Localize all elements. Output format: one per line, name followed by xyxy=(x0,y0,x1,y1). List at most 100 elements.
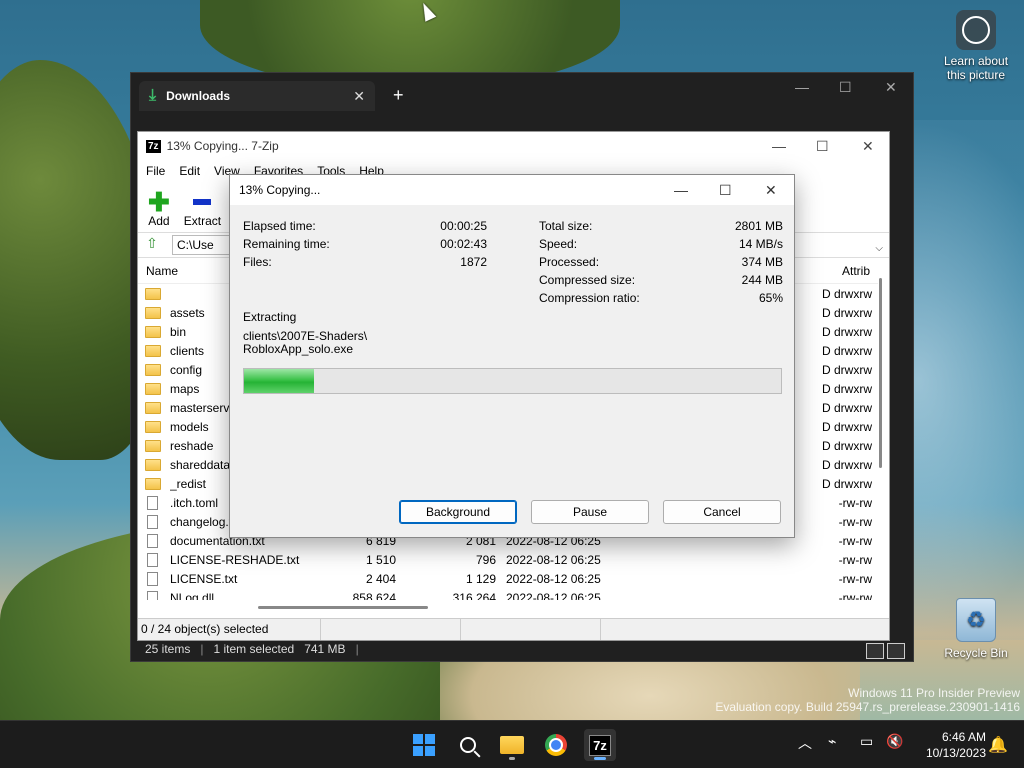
details-view-icon[interactable] xyxy=(866,643,884,659)
remaining-time-row: Remaining time: 00:02:43 xyxy=(243,237,487,255)
table-row[interactable]: LICENSE.txt 2 404 1 129 2022-08-12 06:25 -rw… xyxy=(138,569,878,588)
clock-date: 10/13/2023 xyxy=(925,746,986,760)
compressed-label: Compressed size: xyxy=(539,273,636,287)
taskbar: 7z ︿ ⌁ ▭ 🔇 6:46 AM 10/13/2023 🔔 xyxy=(0,720,1024,768)
start-button[interactable] xyxy=(408,729,440,761)
7zip-title-bar: 7z 13% Copying... 7-Zip — ☐ ✕ xyxy=(138,132,889,160)
minimize-button[interactable]: — xyxy=(772,138,786,154)
camera-icon xyxy=(956,10,996,50)
watermark-line-1: Windows 11 Pro Insider Preview xyxy=(848,686,1020,700)
file-size: 858 624 xyxy=(352,590,396,601)
preview-view-icon[interactable] xyxy=(887,643,905,659)
watermark-line-2: Evaluation copy. Build 25947.rs_prerelea… xyxy=(715,700,1020,714)
selected-size: 741 MB xyxy=(304,642,346,656)
chrome-taskbar-button[interactable] xyxy=(540,729,572,761)
extract-button[interactable]: Extract xyxy=(184,190,221,228)
file-explorer-taskbar-button[interactable] xyxy=(496,729,528,761)
file-size: 2 404 xyxy=(365,571,396,586)
packed-size: 1 129 xyxy=(465,571,496,586)
dialog-title-bar: 13% Copying... — ☐ ✕ xyxy=(230,175,794,205)
network-icon[interactable]: ⌁ xyxy=(828,733,836,750)
table-row[interactable]: LICENSE-RESHADE.txt 1 510 796 2022-08-12 06… xyxy=(138,550,878,569)
minimize-button[interactable]: — xyxy=(674,182,688,198)
close-button[interactable]: ✕ xyxy=(885,79,897,96)
menu-edit[interactable]: Edit xyxy=(179,164,200,178)
add-button[interactable]: ✚ Add xyxy=(148,187,170,228)
folder-icon xyxy=(145,458,161,471)
folder-icon xyxy=(145,382,161,395)
file-attrib: D drwxrw xyxy=(822,400,872,415)
search-button[interactable] xyxy=(452,729,484,761)
new-tab-button[interactable]: + xyxy=(393,85,404,106)
learn-about-picture-shortcut[interactable]: Learn about this picture xyxy=(938,10,1014,82)
plus-icon: ✚ xyxy=(148,187,170,217)
up-folder-icon[interactable]: ⇧ xyxy=(142,235,162,255)
file-attrib: D drwxrw xyxy=(822,438,872,453)
file-name: NLog.dll xyxy=(170,590,215,601)
processed-row: Processed: 374 MB xyxy=(539,255,783,273)
maximize-button[interactable]: ☐ xyxy=(816,138,829,155)
compression-ratio-row: Compression ratio: 65% xyxy=(539,291,783,309)
folder-icon xyxy=(145,287,161,300)
file-attrib: D drwxrw xyxy=(822,381,872,396)
compressed-value: 244 MB xyxy=(741,273,783,287)
total-value: 2801 MB xyxy=(734,219,783,233)
file-icon xyxy=(147,590,158,600)
chevron-up-icon[interactable]: ︿ xyxy=(798,733,812,753)
file-attrib: D drwxrw xyxy=(822,305,872,320)
close-tab-icon[interactable]: ✕ xyxy=(353,88,365,105)
vertical-scrollbar[interactable] xyxy=(879,278,882,468)
7zip-title: 13% Copying... 7-Zip xyxy=(166,139,279,153)
compressed-size-row: Compressed size: 244 MB xyxy=(539,273,783,291)
dialog-title: 13% Copying... xyxy=(239,183,321,197)
processed-value: 374 MB xyxy=(741,255,783,269)
copy-progress-dialog: 13% Copying... — ☐ ✕ Elapsed time: 00:00… xyxy=(229,174,795,538)
recycle-bin-shortcut[interactable]: ♻ Recycle Bin xyxy=(940,598,1012,660)
windows-logo-icon xyxy=(413,734,435,756)
7zip-taskbar-button[interactable]: 7z xyxy=(584,729,616,761)
folder-icon xyxy=(500,736,524,754)
file-attrib: D drwxrw xyxy=(822,286,872,301)
maximize-button[interactable]: ☐ xyxy=(839,79,852,96)
file-attrib: -rw-rw xyxy=(838,533,872,548)
7zip-logo-icon: 7z xyxy=(146,139,161,153)
minimize-button[interactable]: — xyxy=(795,79,809,95)
total-size-row: Total size: 2801 MB xyxy=(539,219,783,237)
close-button[interactable]: ✕ xyxy=(765,182,777,199)
volume-muted-icon[interactable]: 🔇 xyxy=(886,733,903,750)
recycle-bin-icon: ♻ xyxy=(956,598,996,642)
current-file-path: clients\2007E-Shaders\ RobloxApp_solo.ex… xyxy=(243,330,367,356)
selection-status: 0 / 24 object(s) selected xyxy=(141,619,321,640)
folder-icon xyxy=(145,420,161,433)
file-icon xyxy=(147,552,158,567)
tab-downloads[interactable]: ⤓ Downloads ✕ xyxy=(139,81,375,111)
column-attrib[interactable]: Attrib xyxy=(842,264,870,278)
file-attrib: D drwxrw xyxy=(822,419,872,434)
file-attrib: -rw-rw xyxy=(838,590,872,601)
folder-icon xyxy=(145,477,161,490)
cancel-button[interactable]: Cancel xyxy=(663,500,781,524)
clock-time: 6:46 AM xyxy=(941,730,986,744)
folder-icon xyxy=(145,363,161,376)
packed-size: 796 xyxy=(475,552,496,567)
total-label: Total size: xyxy=(539,219,593,233)
file-attrib: -rw-rw xyxy=(838,514,872,529)
table-row[interactable]: NLog.dll 858 624 316 264 2022-08-12 06:25 -r… xyxy=(138,588,878,600)
extract-label: Extract xyxy=(183,214,222,228)
horizontal-scrollbar[interactable] xyxy=(258,606,428,609)
files-row: Files: 1872 xyxy=(243,255,487,273)
modified-date: 2022-08-12 06:25 xyxy=(506,552,601,567)
close-button[interactable]: ✕ xyxy=(862,138,874,155)
menu-file[interactable]: File xyxy=(146,164,165,178)
pause-button[interactable]: Pause xyxy=(531,500,649,524)
system-clock[interactable]: 6:46 AM 10/13/2023 xyxy=(914,729,986,761)
view-toggle xyxy=(866,643,905,659)
background-button[interactable]: Background xyxy=(399,500,517,524)
minus-icon xyxy=(193,199,212,205)
7zip-icon: 7z xyxy=(589,734,611,756)
maximize-button[interactable]: ☐ xyxy=(719,182,732,199)
chevron-down-icon[interactable]: ⌵ xyxy=(875,243,883,254)
progress-fill xyxy=(244,369,314,393)
display-icon[interactable]: ▭ xyxy=(860,733,873,750)
notification-bell-icon[interactable]: 🔔 xyxy=(988,735,1008,755)
